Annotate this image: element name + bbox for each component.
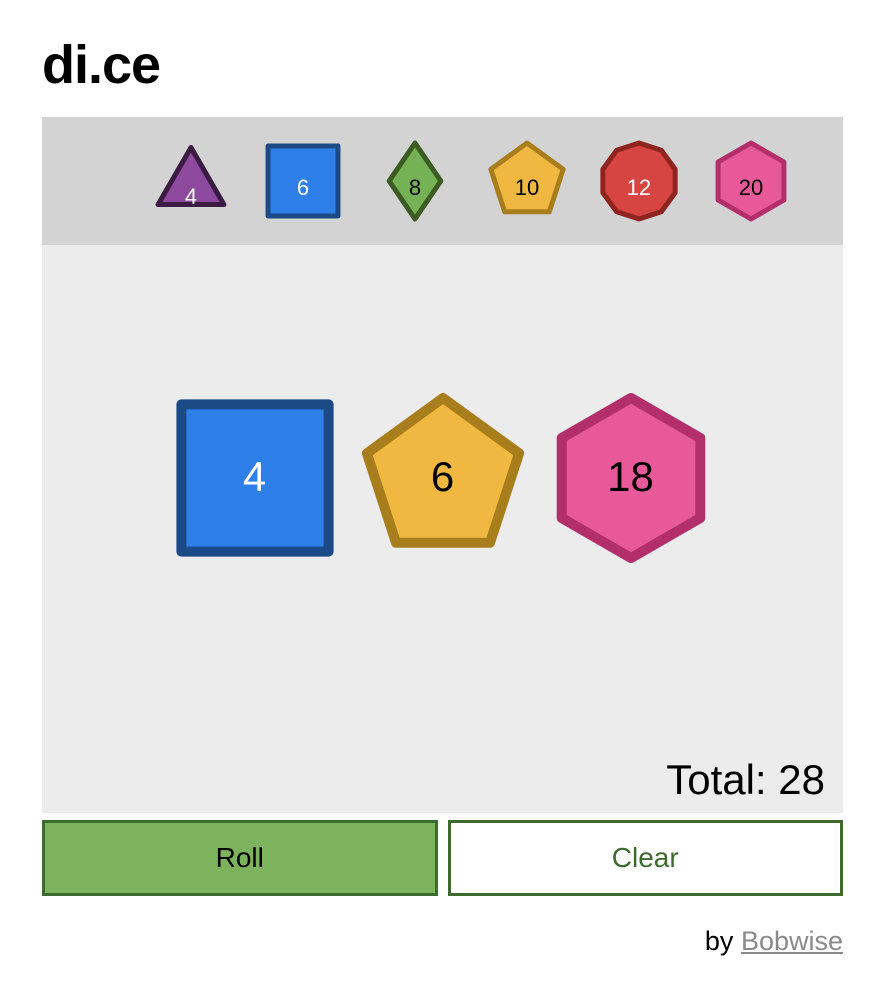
footer-prefix: by: [704, 926, 741, 956]
d12-decagon-icon: [596, 133, 682, 229]
page-title: di.ce: [42, 35, 161, 95]
d20-hexagon-icon: [708, 133, 794, 229]
picker-die-d10[interactable]: 10: [484, 133, 570, 229]
picker-die-d6[interactable]: 6: [260, 133, 346, 229]
clear-button[interactable]: Clear: [447, 820, 843, 896]
d4-triangle-icon: [148, 133, 234, 229]
rolled-die[interactable]: 18: [541, 388, 721, 568]
picker-die-d4[interactable]: 4: [148, 133, 234, 229]
rolled-d10-pentagon-icon: [353, 388, 533, 568]
rolled-dice-row: 4 6 18: [42, 388, 843, 568]
rolled-die[interactable]: 4: [165, 388, 345, 568]
d6-square-icon: [260, 133, 346, 229]
picker-die-d8[interactable]: 8: [372, 133, 458, 229]
footer-credit: by Bobwise: [705, 928, 843, 955]
picker-die-d12[interactable]: 12: [596, 133, 682, 229]
dice-tray: 4 6 18 Total: 28: [42, 245, 843, 813]
rolled-d6-square-icon: [165, 388, 345, 568]
author-link[interactable]: Bobwise: [741, 926, 843, 956]
total-display: Total: 28: [666, 755, 825, 803]
picker-die-d20[interactable]: 20: [708, 133, 794, 229]
rolled-d20-hexagon-icon: [541, 388, 721, 568]
dice-app: di.ce 4 6 8 10 12 20 4 6 18 Total: 28 Roll Clea…: [0, 0, 888, 1008]
roll-button[interactable]: Roll: [42, 820, 438, 896]
rolled-die[interactable]: 6: [353, 388, 533, 568]
dice-picker-bar: 4 6 8 10 12 20: [42, 117, 843, 245]
action-button-row: Roll Clear: [42, 820, 843, 896]
d10-pentagon-icon: [484, 133, 570, 229]
d8-diamond-icon: [372, 133, 458, 229]
